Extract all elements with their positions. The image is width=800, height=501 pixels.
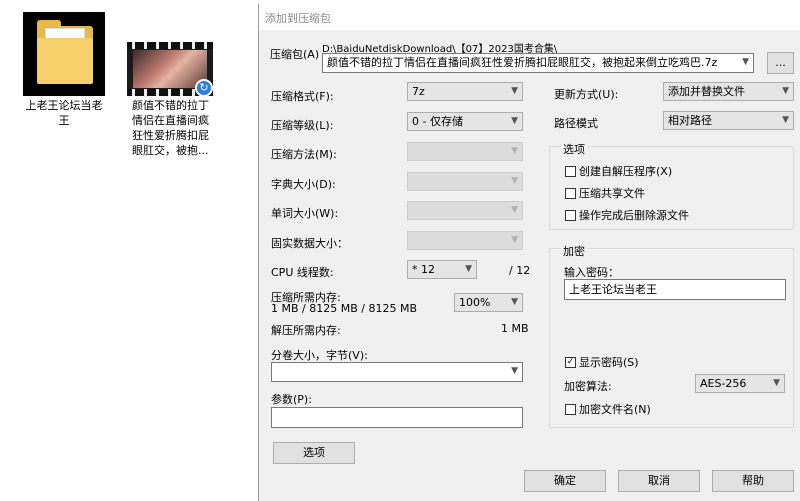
encrypt-names-label: 加密文件名(N) [579, 403, 651, 416]
format-select[interactable]: 7z ▼ [407, 82, 523, 101]
chevron-down-icon: ▼ [511, 297, 518, 307]
chevron-down-icon: ▼ [511, 176, 518, 186]
update-mode-value: 添加并替换文件 [668, 85, 745, 98]
path-mode-label: 路径模式 [554, 117, 598, 130]
archive-label: 压缩包(A) [270, 48, 320, 61]
options-group-title: 选项 [561, 141, 587, 157]
browse-button[interactable]: ... [767, 52, 794, 74]
password-input[interactable]: 上老王论坛当老王 [564, 279, 786, 300]
chevron-down-icon: ▼ [511, 146, 518, 156]
memory-percent-value: 100% [459, 296, 491, 309]
cpu-threads-select[interactable]: * 12 ▼ [407, 260, 477, 279]
params-label: 参数(P): [271, 393, 312, 406]
format-value: 7z [412, 85, 425, 98]
checkmark-icon: ✓ [565, 356, 576, 368]
chevron-down-icon: ▼ [511, 205, 518, 215]
shared-files-checkbox[interactable]: 压缩共享文件 [565, 185, 645, 201]
checkbox-icon [565, 403, 576, 415]
encrypt-names-checkbox[interactable]: 加密文件名(N) [565, 401, 651, 417]
folder-label: 上老王论坛当老王 [25, 99, 103, 127]
chevron-down-icon: ▼ [511, 86, 518, 96]
cancel-button[interactable]: 取消 [618, 470, 700, 492]
compress-memory-value: 1 MB / 8125 MB / 8125 MB [271, 302, 417, 315]
chevron-down-icon: ▼ [511, 235, 518, 245]
params-input[interactable] [271, 407, 523, 428]
update-mode-select[interactable]: 添加并替换文件 ▼ [663, 82, 794, 101]
dict-size-label: 字典大小(D): [271, 178, 336, 191]
show-password-label: 显示密码(S) [579, 356, 639, 369]
delete-source-checkbox[interactable]: 操作完成后删除源文件 [565, 207, 689, 223]
word-size-label: 单词大小(W): [271, 207, 339, 220]
checkbox-icon [565, 165, 576, 177]
checkbox-icon [565, 209, 576, 221]
chevron-down-icon: ▼ [742, 57, 749, 67]
path-mode-select[interactable]: 相对路径 ▼ [663, 111, 794, 130]
show-password-checkbox[interactable]: ✓ 显示密码(S) [565, 354, 639, 370]
folder-icon[interactable] [23, 12, 105, 96]
help-button[interactable]: 帮助 [712, 470, 794, 492]
decompress-memory-label: 解压所需内存: [271, 324, 341, 337]
dialog-title: 添加到压缩包 [265, 12, 331, 25]
method-select: ▼ [407, 142, 523, 161]
chevron-down-icon: ▼ [511, 366, 518, 376]
title-bar[interactable]: 添加到压缩包 [259, 4, 800, 30]
encryption-method-select[interactable]: AES-256 ▼ [695, 374, 785, 393]
chevron-down-icon: ▼ [782, 115, 789, 125]
delete-source-checkbox-label: 操作完成后删除源文件 [579, 209, 689, 222]
options-button[interactable]: 选项 [273, 442, 355, 464]
chevron-down-icon: ▼ [465, 264, 472, 274]
shared-files-checkbox-label: 压缩共享文件 [579, 187, 645, 200]
encryption-group-title: 加密 [561, 243, 587, 259]
chevron-down-icon: ▼ [773, 378, 780, 388]
memory-percent-select[interactable]: 100% ▼ [454, 293, 523, 312]
split-size-label: 分卷大小，字节(V): [271, 349, 368, 362]
solid-size-label: 固实数据大小： [271, 237, 348, 250]
update-mode-label: 更新方式(U): [554, 88, 619, 101]
chevron-down-icon: ▼ [511, 116, 518, 126]
sfx-checkbox[interactable]: 创建自解压程序(X) [565, 163, 672, 179]
ok-button[interactable]: 确定 [524, 470, 606, 492]
add-to-archive-dialog: 添加到压缩包 压缩包(A) D:\BaiduNetdiskDownload\【0… [258, 4, 800, 501]
chevron-down-icon: ▼ [782, 86, 789, 96]
encryption-method-value: AES-256 [700, 377, 747, 390]
word-size-select: ▼ [407, 201, 523, 220]
solid-size-select: ▼ [407, 231, 523, 250]
cpu-threads-max: / 12 [509, 264, 531, 277]
format-label: 压缩格式(F): [271, 90, 334, 103]
level-label: 压缩等级(L): [271, 119, 334, 132]
cpu-threads-label: CPU 线程数: [271, 266, 334, 279]
path-mode-value: 相对路径 [668, 114, 712, 127]
split-size-combo[interactable]: ▼ [271, 362, 523, 382]
level-value: 0 - 仅存储 [412, 115, 463, 128]
video-label: 颜值不错的拉丁情侣在直播间疯狂性爱折腾扣屁眼肛交，被抱... [132, 99, 209, 157]
cpu-threads-value: * 12 [412, 263, 435, 276]
method-label: 压缩方法(M): [271, 148, 337, 161]
archive-name-value: 颜值不错的拉丁情侣在直播间疯狂性爱折腾扣屁眼肛交，被抱起来倒立吃鸡巴.7z [327, 56, 718, 69]
sfx-checkbox-label: 创建自解压程序(X) [579, 165, 673, 178]
encryption-method-label: 加密算法: [564, 380, 612, 393]
dict-size-select: ▼ [407, 172, 523, 191]
decompress-memory-value: 1 MB [501, 322, 529, 335]
password-label: 输入密码： [564, 266, 619, 279]
checkbox-icon [565, 187, 576, 199]
refresh-badge-icon: ↻ [195, 79, 213, 97]
level-select[interactable]: 0 - 仅存储 ▼ [407, 112, 523, 131]
archive-name-combo[interactable]: 颜值不错的拉丁情侣在直播间疯狂性爱折腾扣屁眼肛交，被抱起来倒立吃鸡巴.7z ▼ [322, 53, 754, 73]
